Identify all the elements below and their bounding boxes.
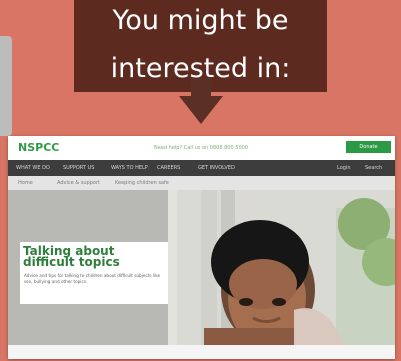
hero-title: Talking about difficult topics	[23, 244, 120, 269]
nav-item-what-we-do[interactable]: WHAT WE DO	[16, 165, 50, 171]
arrow-head	[179, 96, 223, 124]
nav-search[interactable]: Search	[365, 165, 382, 171]
website-preview[interactable]: NSPCC Need help? Call us on 0808 800 500…	[8, 136, 395, 359]
hero-subtitle: Advice and tips for talking to children …	[24, 273, 161, 284]
nav-item-get-involved[interactable]: GET INVOLVED	[198, 165, 235, 171]
site-nav: WHAT WE DO SUPPORT US WAYS TO HELP CAREE…	[8, 160, 395, 176]
nav-login[interactable]: Login	[337, 165, 351, 171]
breadcrumb: Home Advice & support Keeping children s…	[8, 176, 395, 190]
site-logo: NSPCC	[18, 141, 60, 154]
site-help-text: Need help? Call us on 0808 800 5000	[154, 145, 248, 151]
arrow-stem	[191, 78, 211, 98]
left-frame-sliver	[0, 36, 12, 136]
callout-line-2: interested in:	[110, 53, 291, 84]
preview-footer-bar	[8, 345, 395, 359]
down-arrow-icon	[179, 78, 223, 124]
donate-button[interactable]: Donate	[346, 141, 391, 153]
nav-item-ways-to-help[interactable]: WAYS TO HELP	[111, 165, 148, 171]
nav-item-careers[interactable]: CAREERS	[157, 165, 180, 171]
breadcrumb-home[interactable]: Home	[18, 180, 33, 186]
nav-item-support-us[interactable]: SUPPORT US	[63, 165, 94, 171]
hero-card: Talking about difficult topics Advice an…	[20, 242, 168, 304]
breadcrumb-advice[interactable]: Advice & support	[57, 180, 100, 186]
breadcrumb-keeping-safe[interactable]: Keeping children safe	[115, 180, 169, 186]
callout-line-1: You might be	[112, 5, 289, 36]
site-topbar: NSPCC Need help? Call us on 0808 800 500…	[8, 136, 395, 160]
hero-section: Talking about difficult topics Advice an…	[8, 190, 395, 345]
